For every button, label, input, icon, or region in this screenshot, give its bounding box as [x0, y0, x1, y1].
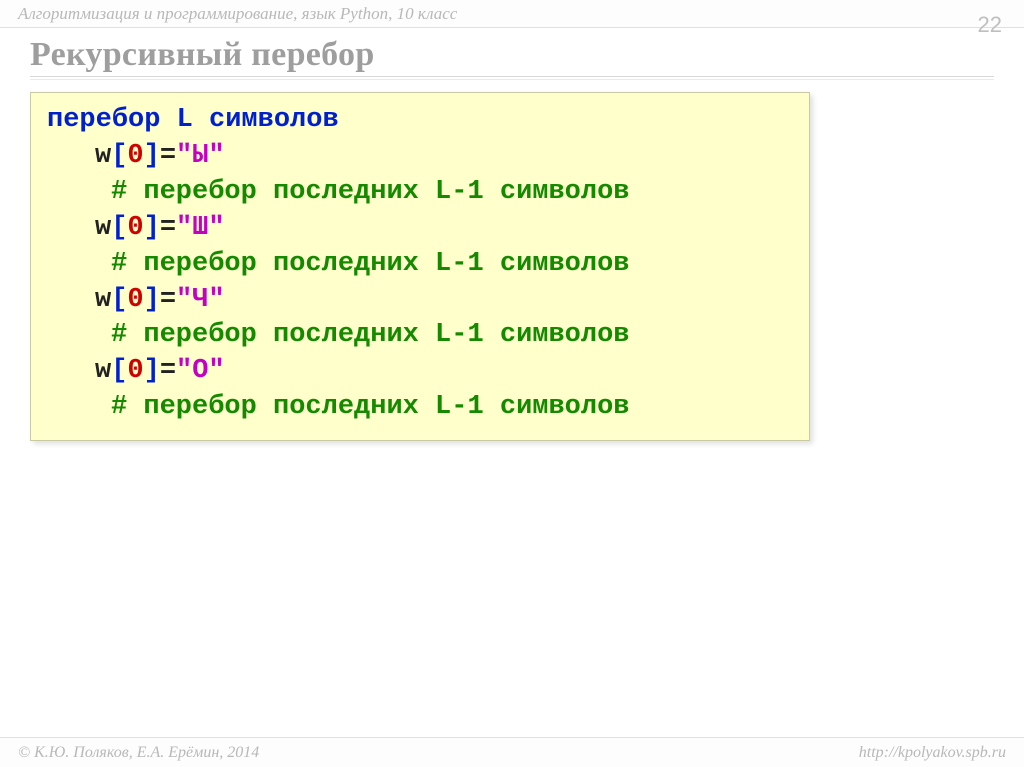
code-comment-line: # перебор последних L-1 символов: [47, 175, 793, 211]
code-title-line: перебор L символов: [47, 103, 793, 139]
footer-bar: © К.Ю. Поляков, Е.А. Ерёмин, 2014 http:/…: [0, 737, 1024, 767]
comment: # перебор последних L-1 символов: [111, 320, 629, 350]
code-comment-line: # перебор последних L-1 символов: [47, 247, 793, 283]
string-literal: "Ч": [176, 285, 225, 315]
var-name: w: [95, 213, 111, 243]
footer-copyright: © К.Ю. Поляков, Е.А. Ерёмин, 2014: [18, 744, 259, 762]
equals: =: [160, 213, 176, 243]
code-block: перебор L символов w[0]="Ы" # перебор по…: [30, 92, 810, 441]
comment: # перебор последних L-1 символов: [111, 392, 629, 422]
page-number: 22: [978, 12, 1002, 38]
header-bar: Алгоритмизация и программирование, язык …: [0, 0, 1024, 28]
code-assign-line: w[0]="Ч": [47, 283, 793, 319]
var-name: w: [95, 356, 111, 386]
var-name: w: [95, 285, 111, 315]
index: 0: [127, 356, 143, 386]
equals: =: [160, 285, 176, 315]
comment: # перебор последних L-1 символов: [111, 177, 629, 207]
string-literal: "Ш": [176, 213, 225, 243]
equals: =: [160, 141, 176, 171]
code-assign-line: w[0]="Ш": [47, 211, 793, 247]
code-assign-line: w[0]="Ы": [47, 139, 793, 175]
index: 0: [127, 213, 143, 243]
bracket-close: ]: [144, 356, 160, 386]
code-comment-line: # перебор последних L-1 символов: [47, 318, 793, 354]
content-area: перебор L символов w[0]="Ы" # перебор по…: [0, 84, 1024, 449]
equals: =: [160, 356, 176, 386]
bracket-close: ]: [144, 285, 160, 315]
bracket-open: [: [111, 356, 127, 386]
bracket-open: [: [111, 285, 127, 315]
comment: # перебор последних L-1 символов: [111, 249, 629, 279]
string-literal: "О": [176, 356, 225, 386]
title-block: Рекурсивный перебор: [0, 28, 1024, 84]
index: 0: [127, 141, 143, 171]
footer-url: http://kpolyakov.spb.ru: [859, 744, 1006, 762]
page-title: Рекурсивный перебор: [30, 36, 994, 74]
var-name: w: [95, 141, 111, 171]
string-literal: "Ы": [176, 141, 225, 171]
bracket-close: ]: [144, 141, 160, 171]
bracket-open: [: [111, 213, 127, 243]
bracket-close: ]: [144, 213, 160, 243]
code-comment-line: # перебор последних L-1 символов: [47, 390, 793, 426]
title-underline: [30, 76, 994, 80]
index: 0: [127, 285, 143, 315]
breadcrumb: Алгоритмизация и программирование, язык …: [18, 4, 457, 24]
bracket-open: [: [111, 141, 127, 171]
code-assign-line: w[0]="О": [47, 354, 793, 390]
